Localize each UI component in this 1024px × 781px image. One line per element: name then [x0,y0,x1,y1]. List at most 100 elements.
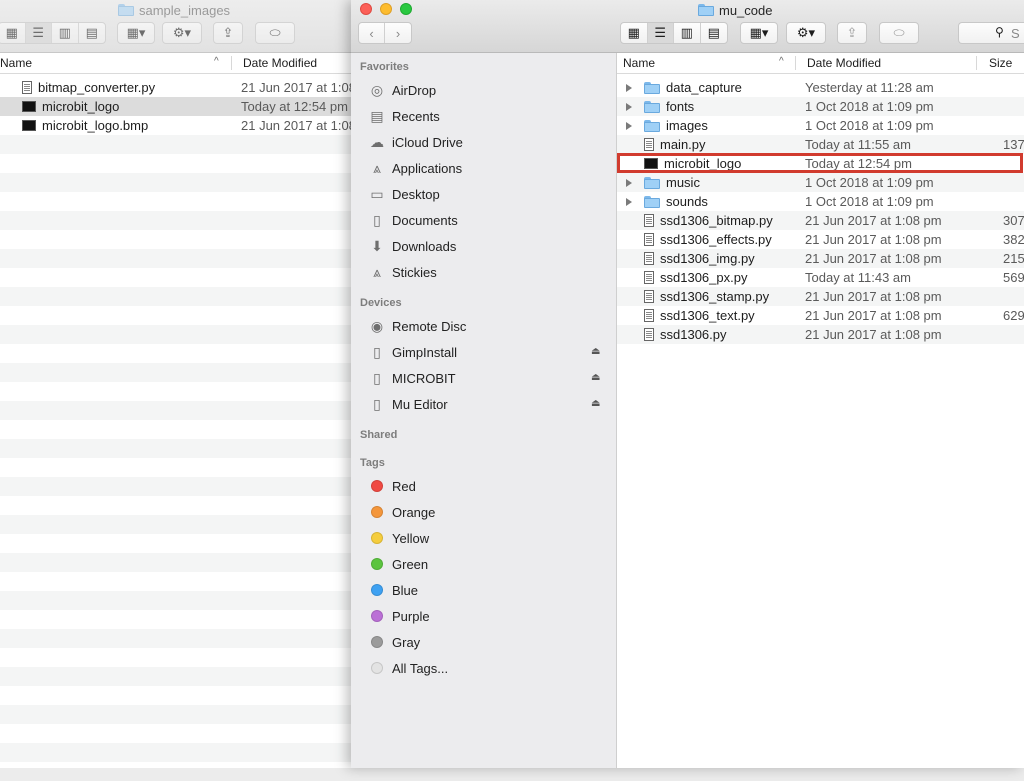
sidebar-tag-item[interactable]: Blue [368,579,418,601]
sidebar-item-label: Orange [392,504,436,520]
group-by-button[interactable]: ▦▾ [117,22,155,44]
eject-icon[interactable]: ⏏ [591,372,600,383]
tags-button[interactable]: ⬭ [879,22,919,44]
file-row[interactable]: fonts 1 Oct 2018 at 1:09 pm [617,97,1024,116]
name-column-header[interactable]: Name [0,56,32,70]
file-row[interactable]: bitmap_converter.py 21 Jun 2017 at 1:08 [0,78,356,97]
eject-icon[interactable]: ⏏ [591,398,600,409]
sidebar-item[interactable]: ☁ iCloud Drive [368,131,463,153]
zoom-button[interactable] [400,3,412,15]
action-button[interactable]: ⚙▾ [786,22,826,44]
file-row[interactable]: microbit_logo Today at 12:54 pm [0,97,352,116]
file-row[interactable]: microbit_logo.bmp 21 Jun 2017 at 1:08 [0,116,356,135]
sidebar-tag-item[interactable]: Green [368,553,428,575]
disclosure-triangle-icon[interactable] [626,178,632,187]
eject-icon[interactable]: ⏏ [591,346,600,357]
minimize-button[interactable] [380,3,392,15]
file-date: 1 Oct 2018 at 1:09 pm [805,175,934,190]
sidebar-item[interactable]: ⩓ Stickies [368,261,437,283]
file-row[interactable]: ssd1306_img.py 21 Jun 2017 at 1:08 pm 215 [617,249,1024,268]
toolbar: mu_code ‹ › ▦ ☰ ▥ ▤ ▦▾ ⚙▾ ⇪ ⬭ ⚲ S [351,0,1024,53]
file-row[interactable]: main.py Today at 11:55 am 137 [617,135,1024,154]
sidebar-tag-item[interactable]: All Tags... [368,657,448,679]
file-row[interactable]: ssd1306_effects.py 21 Jun 2017 at 1:08 pm… [617,230,1024,249]
sidebar-item[interactable]: ▯ GimpInstall [368,341,457,363]
sidebar-item[interactable]: ▯ Mu Editor [368,393,448,415]
gallery-view-button[interactable]: ▤ [701,23,727,43]
action-button[interactable]: ⚙▾ [162,22,202,44]
share-icon: ⇪ [222,25,234,40]
columns-icon: ▥ [680,25,693,40]
folder-icon [118,4,134,16]
sidebar-item[interactable]: ▭ Desktop [368,183,439,205]
file-row[interactable]: ssd1306_stamp.py 21 Jun 2017 at 1:08 pm [617,287,1024,306]
columns-icon: ▥ [58,25,71,40]
share-button[interactable]: ⇪ [213,22,243,44]
file-name-cell: microbit_logo.bmp [22,118,148,133]
file-row[interactable]: ssd1306_px.py Today at 11:43 am 569 [617,268,1024,287]
column-view-button[interactable]: ▥ [674,23,701,43]
tag-dot-icon [368,477,386,495]
date-column-header[interactable]: Date Modified [243,56,317,70]
sidebar-item[interactable]: ▯ Documents [368,209,458,231]
disclosure-triangle-icon[interactable] [626,121,632,130]
sidebar-tag-item[interactable]: Purple [368,605,430,627]
search-field[interactable]: ⚲ S [958,22,1024,44]
view-mode-segmented[interactable]: ▦ ☰ ▥ ▤ [620,22,728,44]
sidebar-tag-item[interactable]: Red [368,475,416,497]
file-name-cell: ssd1306.py [644,327,727,342]
disclosure-triangle-icon[interactable] [626,197,632,206]
empty-row [0,610,352,629]
size-column-header[interactable]: Size [989,56,1012,70]
empty-row [0,477,352,496]
sidebar-tag-item[interactable]: Yellow [368,527,429,549]
tag-color-dot [371,532,383,544]
list-view-button[interactable]: ☰ [25,23,52,43]
date-column-header[interactable]: Date Modified [807,56,881,70]
disclosure-triangle-icon[interactable] [626,102,632,111]
group-by-button[interactable]: ▦▾ [740,22,778,44]
sidebar-tag-item[interactable]: Gray [368,631,420,653]
back-button[interactable]: ‹ [359,23,386,43]
file-name: ssd1306_stamp.py [660,289,770,304]
share-button[interactable]: ⇪ [837,22,867,44]
gallery-view-button[interactable]: ▤ [79,23,105,43]
file-name-cell: ssd1306_stamp.py [644,289,769,304]
empty-row [0,629,352,648]
tags-button[interactable]: ⬭ [255,22,295,44]
empty-row [0,154,352,173]
file-row[interactable]: images 1 Oct 2018 at 1:09 pm [617,116,1024,135]
disclosure-triangle-icon[interactable] [626,83,632,92]
sidebar-item[interactable]: ◉ Remote Disc [368,315,467,337]
sidebar-item[interactable]: ▤ Recents [368,105,439,127]
file-row[interactable]: ssd1306_text.py 21 Jun 2017 at 1:08 pm 629 [617,306,1024,325]
close-button[interactable] [360,3,372,15]
file-name-cell: bitmap_converter.py [22,80,155,95]
icon-view-button[interactable]: ▦ [621,23,648,43]
sidebar-item[interactable]: ⩓ Applications [368,157,462,179]
python-file-icon [644,233,654,246]
file-size: 569 [1003,270,1024,285]
file-row[interactable]: sounds 1 Oct 2018 at 1:09 pm [617,192,1024,211]
sidebar-tag-item[interactable]: Orange [368,501,435,523]
view-mode-segmented[interactable]: ▦ ☰ ▥ ▤ [0,22,106,44]
file-row[interactable]: music 1 Oct 2018 at 1:09 pm [617,173,1024,192]
empty-row [0,667,352,686]
file-name: music [666,175,700,190]
empty-row [0,458,352,477]
sidebar-item[interactable]: ▯ MICROBIT [368,367,455,389]
file-row[interactable]: data_capture Yesterday at 11:28 am [617,78,1024,97]
forward-button[interactable]: › [385,23,411,43]
background-toolbar: sample_images ▦ ☰ ▥ ▤ ▦▾ ⚙▾ ⇪ ⬭ [0,0,352,53]
file-size: 629 [1003,308,1024,323]
name-column-header[interactable]: Name [623,56,655,70]
column-view-button[interactable]: ▥ [52,23,79,43]
sidebar-item[interactable]: ◎ AirDrop [368,79,436,101]
file-row[interactable]: ssd1306_bitmap.py 21 Jun 2017 at 1:08 pm 3… [617,211,1024,230]
file-row[interactable]: ssd1306.py 21 Jun 2017 at 1:08 pm [617,325,1024,344]
back-forward-buttons[interactable]: ‹ › [358,22,412,44]
sidebar-item[interactable]: ⬇ Downloads [368,235,456,257]
list-view-button[interactable]: ☰ [647,23,674,43]
empty-row [0,268,352,287]
icon-view-button[interactable]: ▦ [0,23,26,43]
